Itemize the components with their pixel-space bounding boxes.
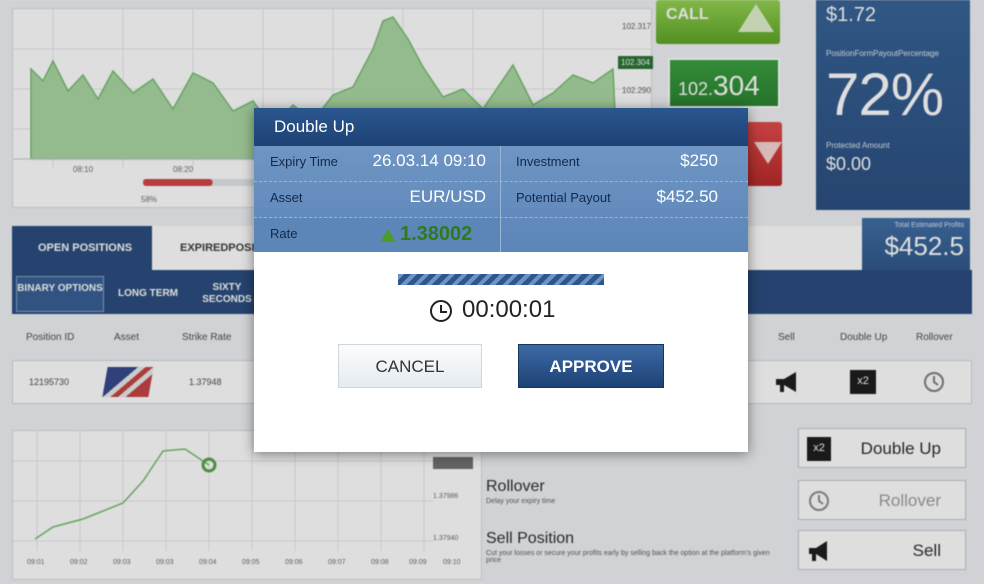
arrow-up-icon — [380, 229, 396, 242]
payout-label: Potential Payout — [516, 190, 611, 205]
expiry-label: Expiry Time — [270, 154, 338, 169]
investment-label: Investment — [516, 154, 580, 169]
clock-icon — [430, 300, 452, 322]
rate-label: Rate — [270, 226, 298, 241]
investment-value: $250 — [680, 151, 718, 170]
loading-progress-bar — [398, 274, 604, 285]
info-divider — [500, 146, 501, 252]
rate-value: 1.38002 — [400, 223, 473, 245]
cancel-button[interactable]: CANCEL — [338, 344, 482, 388]
approve-button[interactable]: APPROVE — [518, 344, 664, 388]
timer-value: 00:00:01 — [462, 296, 556, 323]
asset-value: EUR/USD — [409, 187, 486, 206]
double-up-dialog: Double Up Expiry Time 26.03.14 09:10 Inv… — [254, 108, 748, 452]
expiry-value: 26.03.14 09:10 — [372, 151, 486, 170]
payout-value: $452.50 — [656, 187, 718, 206]
asset-label: Asset — [270, 190, 303, 205]
dialog-title: Double Up — [254, 108, 748, 146]
